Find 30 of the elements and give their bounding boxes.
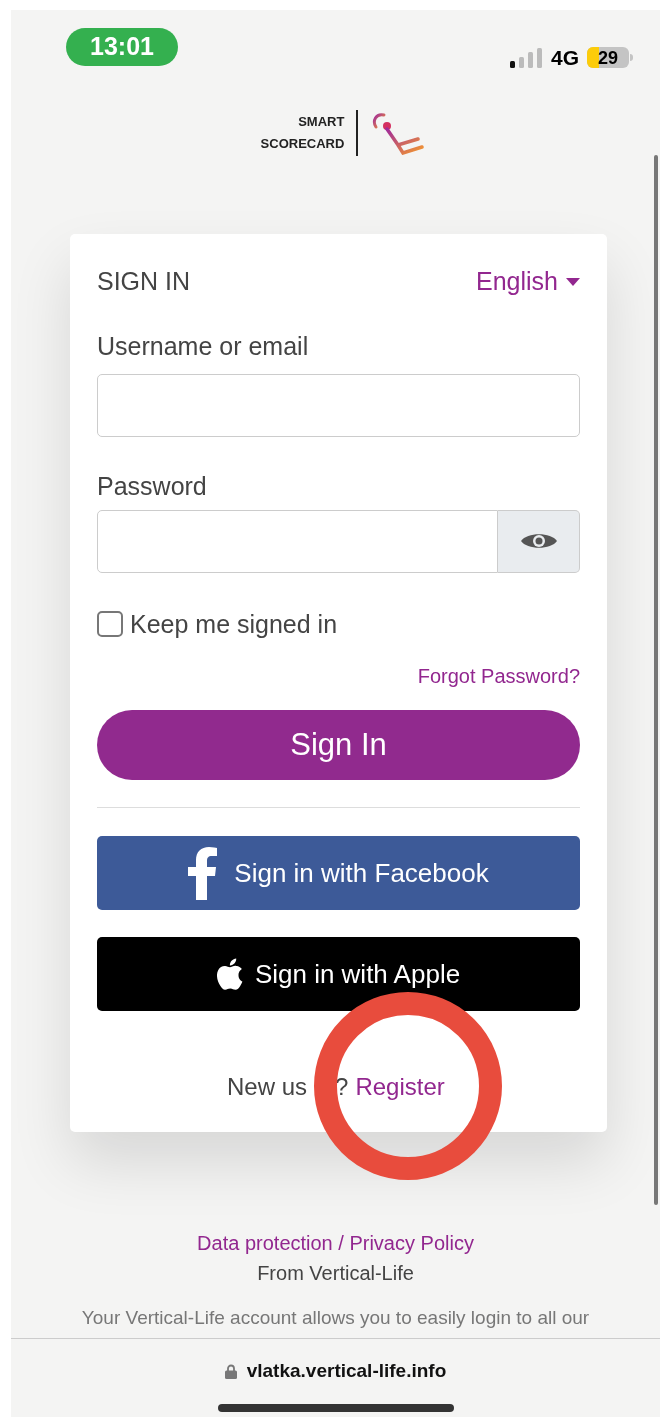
from-text: From Vertical-Life bbox=[257, 1260, 414, 1286]
card-title: SIGN IN bbox=[97, 265, 191, 297]
field-label: Password bbox=[97, 470, 208, 501]
language-dropdown[interactable]: English bbox=[476, 262, 580, 301]
facebook-sign-in-button[interactable]: Sign in with Facebook bbox=[97, 836, 580, 910]
register-prompt: New us bbox=[227, 1072, 308, 1102]
password-field[interactable] bbox=[97, 509, 498, 573]
lock-icon bbox=[224, 1363, 237, 1379]
show-password-button[interactable] bbox=[498, 509, 580, 573]
apple-sign-in-button[interactable]: Sign in with Apple bbox=[97, 937, 580, 1011]
signal-icon bbox=[510, 47, 543, 68]
privacy-policy-link[interactable]: Data protection / Privacy Policy bbox=[197, 1227, 474, 1258]
register-link[interactable]: Register bbox=[355, 1069, 445, 1105]
url-text[interactable]: vlatka.vertical-life.info bbox=[246, 1357, 447, 1386]
checkbox-label: Keep me signed in bbox=[130, 608, 338, 640]
caret-icon bbox=[566, 277, 580, 286]
gymnast-logo-icon bbox=[370, 110, 427, 155]
account-info-text: Your Vertical-Life account allows you to easily login to all our bbox=[81, 1305, 590, 1330]
username-field[interactable] bbox=[97, 373, 580, 437]
register-prompt: ? bbox=[335, 1072, 349, 1102]
checkbox[interactable] bbox=[97, 611, 123, 638]
facebook-icon bbox=[188, 846, 219, 900]
sign-in-button[interactable]: Sign In bbox=[97, 710, 580, 780]
logo-text: SMART bbox=[298, 112, 345, 131]
apple-icon bbox=[216, 958, 243, 990]
network-label: 4G bbox=[551, 45, 579, 71]
forgot-password-link[interactable]: Forgot Password? bbox=[417, 661, 580, 691]
logo-text: SCORECARD bbox=[260, 134, 345, 153]
time-pill: 13:01 bbox=[66, 28, 178, 66]
field-label: Username or email bbox=[97, 330, 310, 361]
